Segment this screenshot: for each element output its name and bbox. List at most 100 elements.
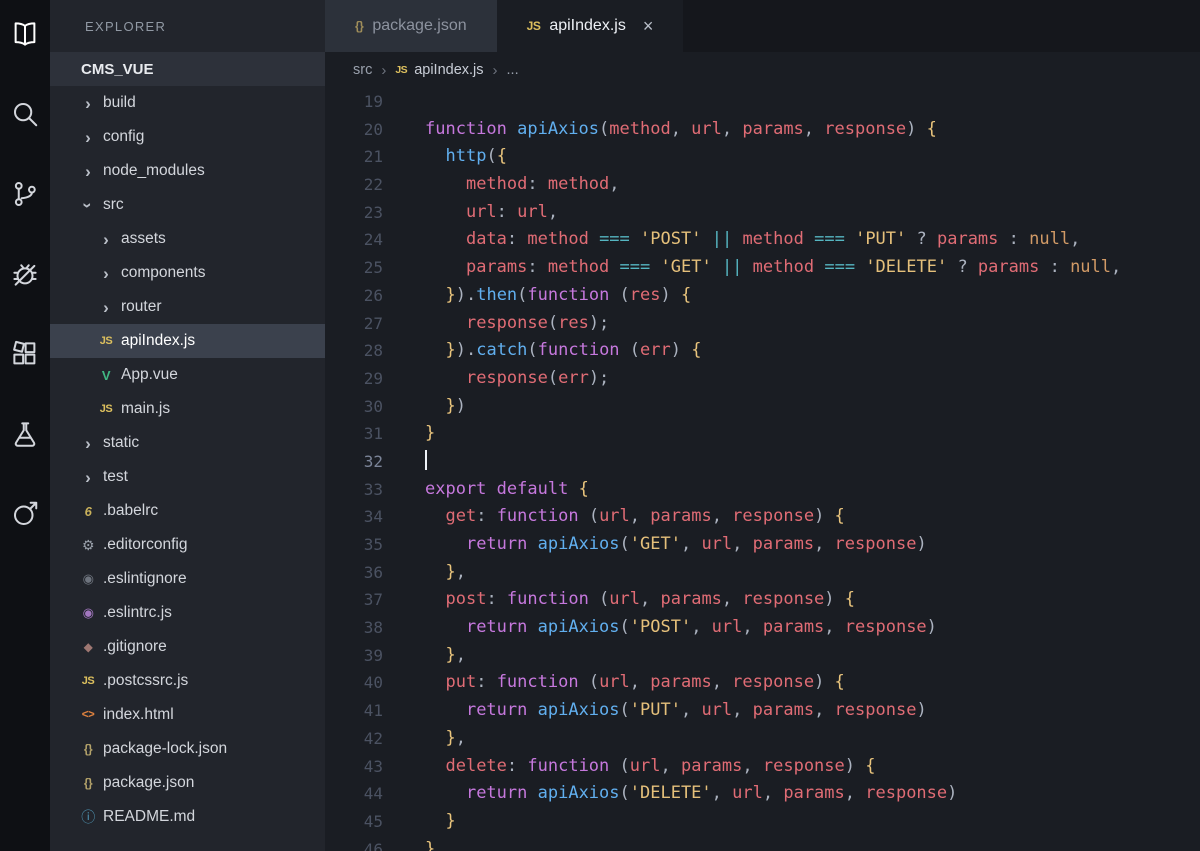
search-icon[interactable] xyxy=(9,98,41,130)
tree-item-package-json[interactable]: {} package.json xyxy=(50,766,325,800)
tree-item--eslintignore[interactable]: ◉ .eslintignore xyxy=(50,562,325,596)
line-number[interactable]: 43 xyxy=(325,753,383,781)
code-line[interactable]: 22 method: method, xyxy=(325,171,1200,199)
tree-item--eslintrc-js[interactable]: ◉ .eslintrc.js xyxy=(50,596,325,630)
code-line[interactable]: 33 export default { xyxy=(325,476,1200,504)
explorer-sidebar: EXPLORER CMS_VUE › build › config › node_modu… xyxy=(50,0,325,851)
code-line[interactable]: 40 put: function (url, params, response)… xyxy=(325,669,1200,697)
debug-icon[interactable] xyxy=(9,258,41,290)
tree-item-router[interactable]: › router xyxy=(50,290,325,324)
tree-item-readme-md[interactable]: ⓘ README.md xyxy=(50,800,325,834)
code-line[interactable]: 46} xyxy=(325,836,1200,851)
tree-item--postcssrc-js[interactable]: JS .postcssrc.js xyxy=(50,664,325,698)
beaker-icon[interactable] xyxy=(9,418,41,450)
project-section-header[interactable]: CMS_VUE xyxy=(50,52,325,86)
tree-item--babelrc[interactable]: 6 .babelrc xyxy=(50,494,325,528)
line-number[interactable]: 27 xyxy=(325,310,383,338)
line-number[interactable]: 40 xyxy=(325,669,383,697)
circle-arrow-icon[interactable] xyxy=(9,498,41,530)
tree-item-src[interactable]: › src xyxy=(50,188,325,222)
code-line[interactable]: 29 response(err); xyxy=(325,365,1200,393)
line-number[interactable]: 20 xyxy=(325,116,383,144)
code-line[interactable]: 27 response(res); xyxy=(325,310,1200,338)
line-number[interactable]: 26 xyxy=(325,282,383,310)
code-line[interactable]: 38 return apiAxios('POST', url, params, … xyxy=(325,614,1200,642)
code-line[interactable]: 32 xyxy=(325,448,1200,476)
code-line[interactable]: 45 } xyxy=(325,808,1200,836)
tree-item-apiindex-js[interactable]: JS apiIndex.js xyxy=(50,324,325,358)
code-line[interactable]: 19 xyxy=(325,88,1200,116)
code-line-text: }, xyxy=(445,561,466,582)
tree-item--editorconfig[interactable]: ⚙ .editorconfig xyxy=(50,528,325,562)
line-number[interactable]: 45 xyxy=(325,808,383,836)
code-line[interactable]: 44 return apiAxios('DELETE', url, params… xyxy=(325,780,1200,808)
line-number[interactable]: 22 xyxy=(325,171,383,199)
line-number[interactable]: 41 xyxy=(325,697,383,725)
source-control-icon[interactable] xyxy=(9,178,41,210)
tree-item-build[interactable]: › build xyxy=(50,86,325,120)
line-number[interactable]: 44 xyxy=(325,780,383,808)
tree-item-main-js[interactable]: JS main.js xyxy=(50,392,325,426)
line-number[interactable]: 37 xyxy=(325,586,383,614)
code-line[interactable]: 39 }, xyxy=(325,642,1200,670)
code-line[interactable]: 28 }).catch(function (err) { xyxy=(325,337,1200,365)
code-line[interactable]: 36 }, xyxy=(325,559,1200,587)
code-line[interactable]: 20 function apiAxios(method, url, params,… xyxy=(325,116,1200,144)
line-number[interactable]: 33 xyxy=(325,476,383,504)
book-icon[interactable] xyxy=(9,18,41,50)
code-line[interactable]: 43 delete: function (url, params, respon… xyxy=(325,753,1200,781)
tree-item-components[interactable]: › components xyxy=(50,256,325,290)
extensions-icon[interactable] xyxy=(9,338,41,370)
code-line[interactable]: 23 url: url, xyxy=(325,199,1200,227)
line-number[interactable]: 24 xyxy=(325,226,383,254)
code-line[interactable]: 42 }, xyxy=(325,725,1200,753)
tree-item-test[interactable]: › test xyxy=(50,460,325,494)
tree-item--gitignore[interactable]: ◆ .gitignore xyxy=(50,630,325,664)
close-icon[interactable]: × xyxy=(643,16,654,37)
tree-item-node-modules[interactable]: › node_modules xyxy=(50,154,325,188)
code-line[interactable]: 35 return apiAxios('GET', url, params, r… xyxy=(325,531,1200,559)
editor-group: {} package.json JS apiIndex.js × src › JS ap… xyxy=(325,0,1200,851)
line-number[interactable]: 25 xyxy=(325,254,383,282)
line-number[interactable]: 38 xyxy=(325,614,383,642)
chevron-right-icon: › xyxy=(103,229,109,249)
line-number[interactable]: 39 xyxy=(325,642,383,670)
code-line[interactable]: 31} xyxy=(325,420,1200,448)
code-line[interactable]: 25 params: method === 'GET' || method ==… xyxy=(325,254,1200,282)
line-number[interactable]: 29 xyxy=(325,365,383,393)
line-number[interactable]: 19 xyxy=(325,88,383,116)
line-number[interactable]: 35 xyxy=(325,531,383,559)
breadcrumb-more[interactable]: ... xyxy=(507,62,519,78)
tree-item-static[interactable]: › static xyxy=(50,426,325,460)
tab-apiindex-js[interactable]: JS apiIndex.js × xyxy=(496,0,684,52)
tree-item-config[interactable]: › config xyxy=(50,120,325,154)
line-number[interactable]: 34 xyxy=(325,503,383,531)
breadcrumb-folder[interactable]: src xyxy=(353,62,372,78)
tree-item-assets[interactable]: › assets xyxy=(50,222,325,256)
line-number[interactable]: 21 xyxy=(325,143,383,171)
tree-item-package-lock-json[interactable]: {} package-lock.json xyxy=(50,732,325,766)
code-line[interactable]: 41 return apiAxios('PUT', url, params, r… xyxy=(325,697,1200,725)
line-number[interactable]: 30 xyxy=(325,393,383,421)
line-number[interactable]: 42 xyxy=(325,725,383,753)
code-line[interactable]: 26 }).then(function (res) { xyxy=(325,282,1200,310)
line-number[interactable]: 31 xyxy=(325,420,383,448)
code-line[interactable]: 34 get: function (url, params, response)… xyxy=(325,503,1200,531)
line-number[interactable]: 46 xyxy=(325,836,383,851)
code-line-text: delete: function (url, params, response)… xyxy=(445,755,876,776)
line-number[interactable]: 28 xyxy=(325,337,383,365)
code-line-text: params: method === 'GET' || method === '… xyxy=(465,257,1122,278)
code-line[interactable]: 30 }) xyxy=(325,393,1200,421)
tree-item-index-html[interactable]: <> index.html xyxy=(50,698,325,732)
breadcrumb-file[interactable]: JS apiIndex.js xyxy=(395,62,483,78)
tab-package-json[interactable]: {} package.json xyxy=(325,0,497,52)
line-number[interactable]: 36 xyxy=(325,559,383,587)
code-line[interactable]: 24 data: method === 'POST' || method ===… xyxy=(325,226,1200,254)
line-number[interactable]: 32 xyxy=(325,448,383,476)
code-line[interactable]: 21 http({ xyxy=(325,143,1200,171)
line-number[interactable]: 23 xyxy=(325,199,383,227)
tree-item-app-vue[interactable]: V App.vue xyxy=(50,358,325,392)
tree-item-label: .babelrc xyxy=(103,502,159,519)
code-line[interactable]: 37 post: function (url, params, response… xyxy=(325,586,1200,614)
code-line-text: post: function (url, params, response) { xyxy=(445,589,856,610)
